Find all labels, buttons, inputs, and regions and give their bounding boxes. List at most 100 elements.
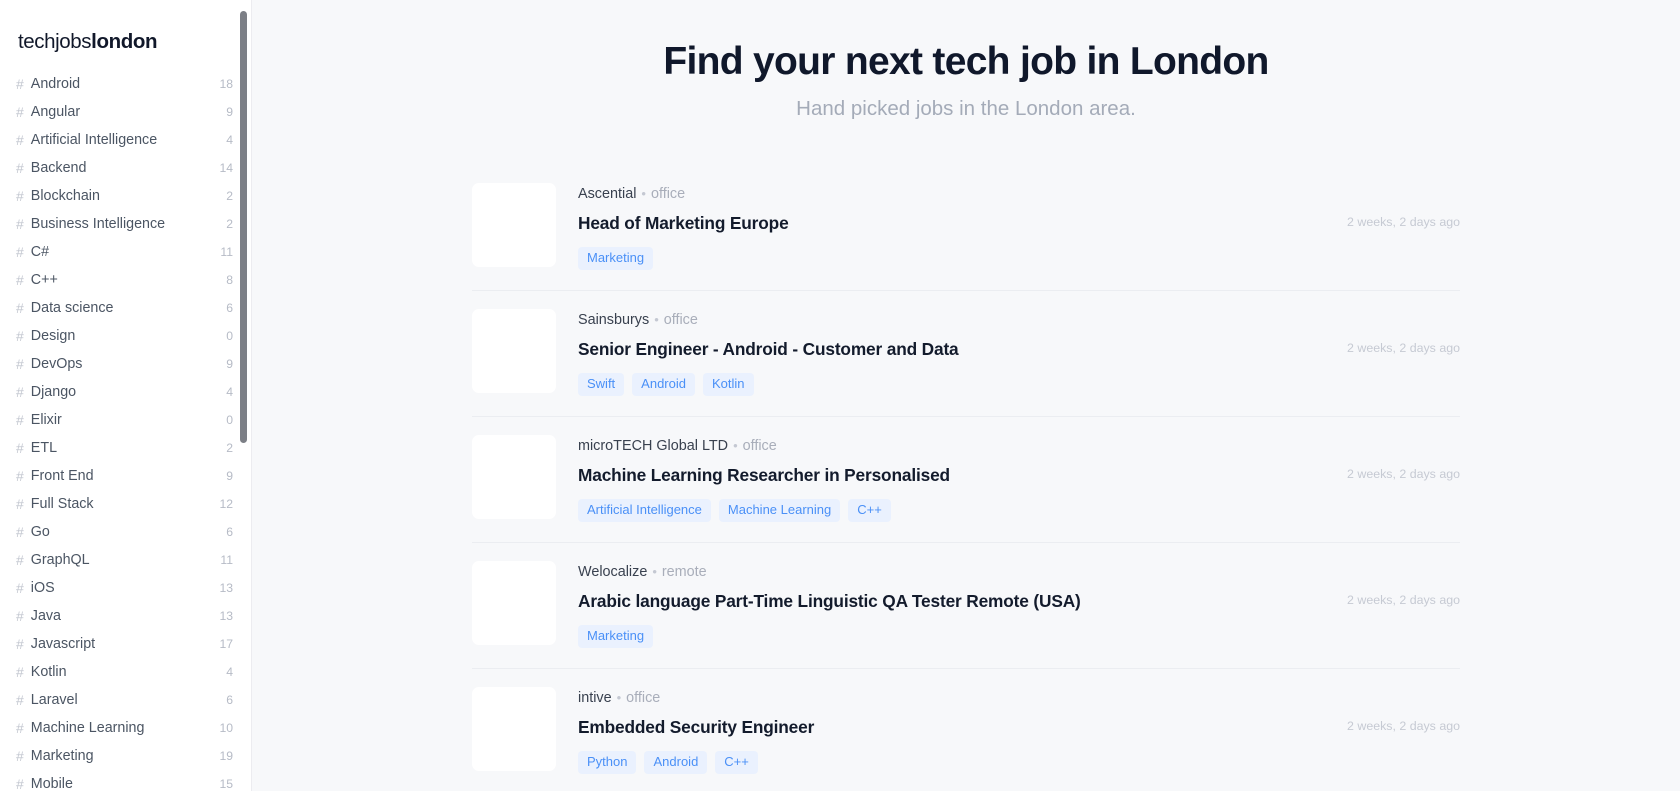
sidebar: techjobslondon # Android 18 # Angular 9 # Artif…	[0, 0, 252, 791]
separator-dot-icon: •	[616, 689, 622, 705]
sidebar-item-front-end[interactable]: # Front End 9	[16, 462, 233, 490]
job-tag[interactable]: Artificial Intelligence	[578, 498, 711, 522]
brand-prefix: techjobs	[18, 30, 92, 53]
job-title[interactable]: Embedded Security Engineer	[578, 717, 1331, 738]
brand-logo[interactable]: techjobslondon	[18, 30, 233, 54]
sidebar-item-label: ETL	[30, 440, 58, 456]
sidebar-item-devops[interactable]: # DevOps 9	[16, 350, 233, 378]
sidebar-scrollbar-thumb[interactable]	[240, 11, 247, 443]
sidebar-item-design[interactable]: # Design 0	[16, 322, 233, 350]
sidebar-item-count: 11	[220, 245, 233, 259]
sidebar-scrollbar-track[interactable]	[240, 0, 247, 791]
job-tag[interactable]: Marketing	[578, 246, 654, 270]
sidebar-item-full-stack[interactable]: # Full Stack 12	[16, 490, 233, 518]
hash-icon: #	[16, 552, 24, 568]
sidebar-item-laravel[interactable]: # Laravel 6	[16, 686, 233, 714]
job-title[interactable]: Machine Learning Researcher in Personali…	[578, 465, 1331, 486]
sidebar-item-blockchain[interactable]: # Blockchain 2	[16, 182, 233, 210]
job-card[interactable]: intive • office Embedded Security Engineer P…	[472, 669, 1460, 791]
sidebar-item-graphql[interactable]: # GraphQL 11	[16, 546, 233, 574]
hash-icon: #	[16, 720, 24, 736]
sidebar-item-ios[interactable]: # iOS 13	[16, 574, 233, 602]
sidebar-item-label: GraphQL	[30, 552, 90, 568]
hash-icon: #	[16, 692, 24, 708]
company-logo	[472, 434, 556, 519]
sidebar-item-elixir[interactable]: # Elixir 0	[16, 406, 233, 434]
job-title[interactable]: Senior Engineer - Android - Customer and…	[578, 339, 1331, 360]
job-title[interactable]: Arabic language Part-Time Linguistic QA …	[578, 591, 1331, 612]
sidebar-item-backend[interactable]: # Backend 14	[16, 154, 233, 182]
sidebar-item-count: 13	[219, 581, 233, 595]
sidebar-item-java[interactable]: # Java 13	[16, 602, 233, 630]
sidebar-item-count: 9	[226, 357, 233, 371]
sidebar-item-count: 8	[226, 273, 233, 287]
sidebar-item-count: 9	[226, 469, 233, 483]
sidebar-item-label: Mobile	[30, 776, 73, 791]
job-tag[interactable]: Python	[578, 750, 637, 774]
job-card[interactable]: Ascential • office Head of Marketing Europe…	[472, 165, 1460, 291]
hash-icon: #	[16, 636, 24, 652]
job-tag[interactable]: Marketing	[578, 624, 654, 648]
job-card[interactable]: Sainsburys • office Senior Engineer - Andro…	[472, 291, 1460, 417]
sidebar-inner: techjobslondon # Android 18 # Angular 9 # Artif…	[0, 0, 251, 791]
job-body: Ascential • office Head of Marketing Europe…	[578, 183, 1331, 270]
job-tag[interactable]: Kotlin	[702, 372, 754, 396]
sidebar-item-artificial-intelligence[interactable]: # Artificial Intelligence 4	[16, 126, 233, 154]
job-meta: Ascential • office	[578, 185, 1331, 204]
hash-icon: #	[16, 356, 24, 372]
company-name: Welocalize	[578, 563, 648, 580]
sidebar-item-kotlin[interactable]: # Kotlin 4	[16, 658, 233, 686]
sidebar-item-label: C#	[30, 244, 50, 260]
company-logo	[472, 182, 556, 267]
sidebar-item-c[interactable]: # C++ 8	[16, 266, 233, 294]
sidebar-item-go[interactable]: # Go 6	[16, 518, 233, 546]
hash-icon: #	[16, 160, 24, 176]
job-tag[interactable]: Swift	[578, 372, 625, 396]
sidebar-item-count: 2	[226, 217, 233, 231]
separator-dot-icon: •	[654, 311, 659, 327]
brand-suffix: london	[91, 30, 158, 53]
separator-dot-icon: •	[641, 185, 646, 201]
job-posted-age: 2 weeks, 2 days ago	[1347, 718, 1460, 733]
company-logo	[472, 560, 556, 645]
job-tag[interactable]: C++	[715, 750, 758, 774]
job-tag[interactable]: Android	[632, 372, 695, 396]
company-name: Ascential	[578, 185, 637, 202]
sidebar-item-count: 11	[220, 553, 233, 567]
job-card[interactable]: microTECH Global LTD • office Machine Learn…	[472, 417, 1460, 543]
sidebar-item-mobile[interactable]: # Mobile 15	[16, 770, 233, 791]
sidebar-item-label: Kotlin	[30, 664, 67, 680]
job-title[interactable]: Head of Marketing Europe	[578, 213, 1331, 234]
sidebar-item-django[interactable]: # Django 4	[16, 378, 233, 406]
sidebar-item-label: Front End	[30, 468, 94, 484]
sidebar-item-label: Go	[30, 524, 50, 540]
hash-icon: #	[16, 608, 24, 624]
job-posted-age: 2 weeks, 2 days ago	[1347, 340, 1460, 355]
job-tag[interactable]: Machine Learning	[718, 498, 841, 522]
sidebar-item-javascript[interactable]: # Javascript 17	[16, 630, 233, 658]
sidebar-item-etl[interactable]: # ETL 2	[16, 434, 233, 462]
sidebar-item-machine-learning[interactable]: # Machine Learning 10	[16, 714, 233, 742]
company-logo	[472, 686, 556, 771]
job-location: office	[650, 185, 686, 202]
sidebar-item-count: 6	[226, 525, 233, 539]
company-name: intive	[578, 689, 612, 706]
company-name: microTECH Global LTD	[578, 437, 729, 454]
sidebar-item-business-intelligence[interactable]: # Business Intelligence 2	[16, 210, 233, 238]
job-card[interactable]: Welocalize • remote Arabic language Part-Ti…	[472, 543, 1460, 669]
sidebar-item-marketing[interactable]: # Marketing 19	[16, 742, 233, 770]
sidebar-item-count: 9	[226, 105, 233, 119]
sidebar-item-label: Javascript	[30, 636, 96, 652]
sidebar-item-data-science[interactable]: # Data science 6	[16, 294, 233, 322]
sidebar-item-label: Blockchain	[30, 188, 100, 204]
sidebar-item-android[interactable]: # Android 18	[16, 70, 233, 98]
job-tag[interactable]: Android	[644, 750, 708, 774]
sidebar-item-c[interactable]: # C# 11	[16, 238, 233, 266]
sidebar-item-count: 10	[219, 721, 233, 735]
sidebar-item-count: 0	[226, 329, 233, 343]
sidebar-item-label: Android	[30, 76, 81, 92]
sidebar-item-angular[interactable]: # Angular 9	[16, 98, 233, 126]
sidebar-item-label: Backend	[30, 160, 87, 176]
job-tag[interactable]: C++	[848, 498, 891, 522]
sidebar-item-count: 15	[219, 777, 233, 791]
